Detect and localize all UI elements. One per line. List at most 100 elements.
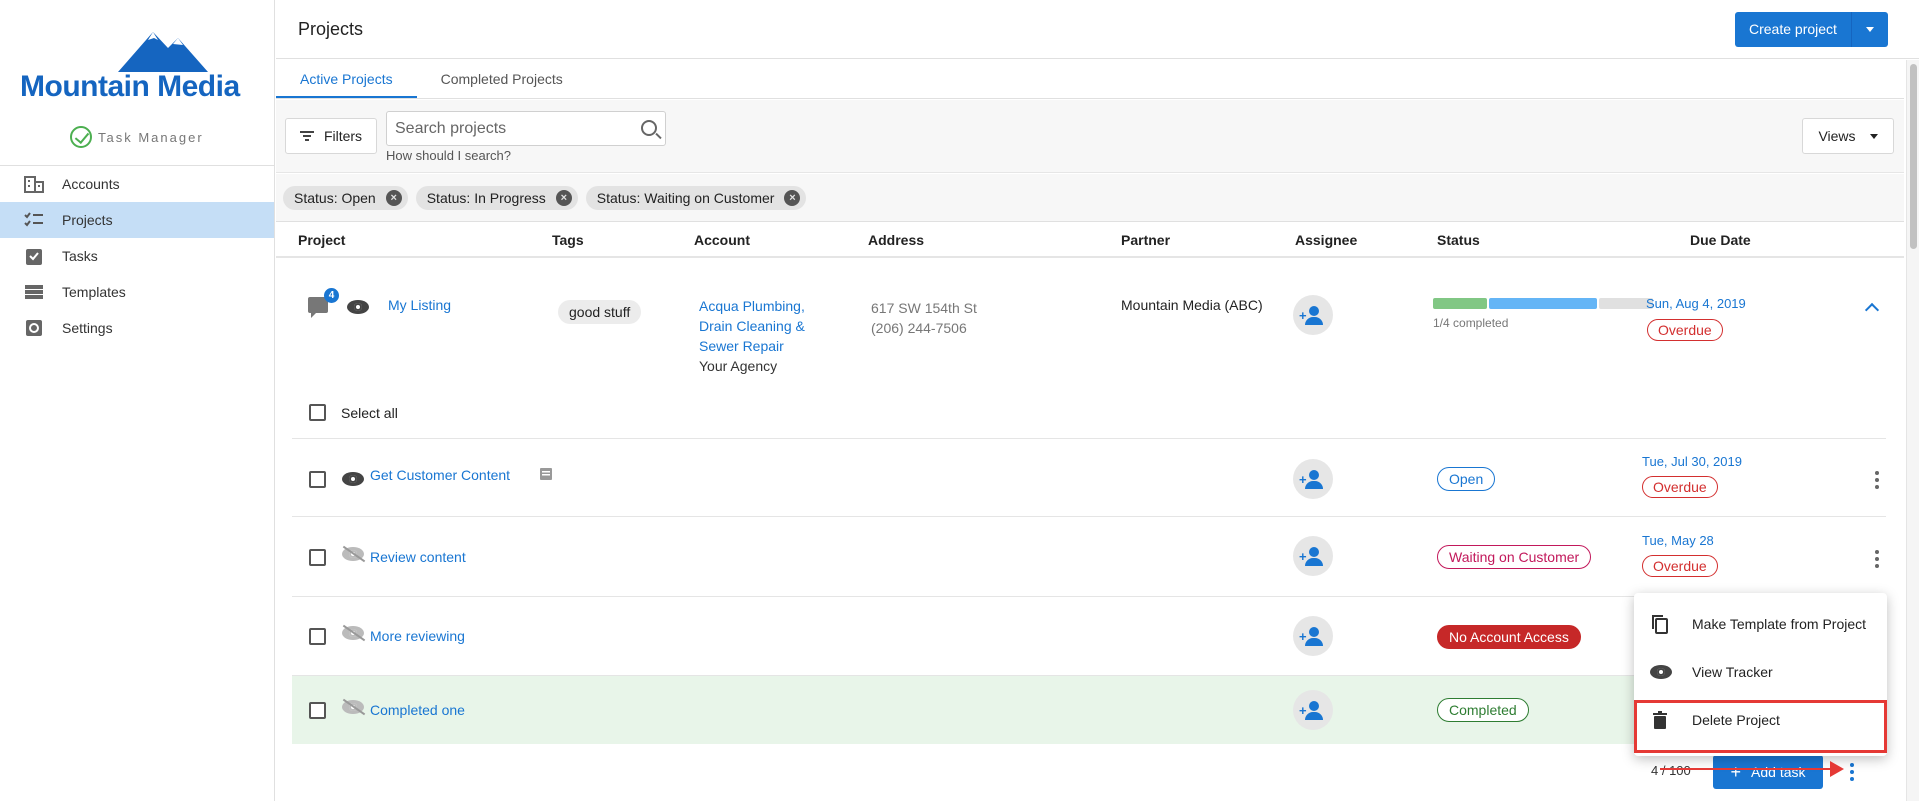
add-assignee-icon[interactable]: + [1293, 459, 1333, 499]
views-label: Views [1818, 128, 1856, 144]
address-line: 617 SW 154th St [871, 300, 977, 316]
tab-completed-projects[interactable]: Completed Projects [417, 60, 587, 98]
status-badge[interactable]: No Account Access [1437, 625, 1581, 649]
status-badge[interactable]: Open [1437, 467, 1496, 491]
close-icon[interactable]: × [555, 189, 572, 206]
create-project-label[interactable]: Create project [1735, 12, 1852, 47]
task-name-link[interactable]: Completed one [370, 702, 465, 718]
col-project[interactable]: Project [298, 232, 345, 248]
task-name-link[interactable]: More reviewing [370, 628, 465, 644]
project-name-link[interactable]: My Listing [388, 297, 451, 313]
col-assignee[interactable]: Assignee [1295, 232, 1357, 248]
due-date: Tue, May 28 [1642, 533, 1714, 548]
sidebar-item-settings[interactable]: Settings [0, 310, 274, 346]
more-vert-icon[interactable] [1875, 550, 1879, 571]
scrollbar-thumb[interactable] [1910, 64, 1917, 249]
sidebar-item-label: Templates [62, 284, 126, 300]
col-status[interactable]: Status [1437, 232, 1480, 248]
select-all-checkbox[interactable] [309, 404, 326, 421]
clipboard-check-icon [26, 249, 42, 265]
eye-off-icon[interactable] [342, 626, 364, 640]
search-help-link[interactable]: How should I search? [386, 148, 511, 163]
filter-bar: Filters How should I search? Views [276, 100, 1904, 173]
caret-down-icon [1869, 133, 1878, 139]
account-link[interactable]: Acqua Plumbing, Drain Cleaning & Sewer R… [699, 296, 829, 356]
sidebar-nav: Accounts Projects Tasks Templates Settin… [0, 165, 274, 346]
add-assignee-icon[interactable]: + [1293, 295, 1333, 335]
eye-icon[interactable] [347, 300, 369, 314]
sidebar-item-projects[interactable]: Projects [0, 202, 274, 238]
project-context-menu: Make Template from Project View Tracker … [1634, 593, 1887, 756]
copy-icon [1652, 615, 1668, 634]
col-tags[interactable]: Tags [552, 232, 584, 248]
table-row: Review content + Waiting on Customer Tue… [292, 516, 1886, 596]
add-assignee-icon[interactable]: + [1293, 690, 1333, 730]
sidebar-item-label: Tasks [62, 248, 98, 264]
filter-chip: Status: Waiting on Customer × [585, 185, 807, 210]
due-date: Tue, Jul 30, 2019 [1642, 454, 1742, 469]
row-checkbox[interactable] [309, 628, 326, 645]
sidebar-item-label: Projects [62, 212, 113, 228]
sidebar-item-templates[interactable]: Templates [0, 274, 274, 310]
sidebar-item-accounts[interactable]: Accounts [0, 166, 274, 202]
select-all-label: Select all [341, 404, 398, 421]
close-icon[interactable]: × [784, 189, 801, 206]
add-task-label: Add task [1751, 764, 1806, 780]
annotation-arrow-line [1660, 768, 1832, 770]
filters-button[interactable]: Filters [285, 118, 377, 154]
sidebar-item-tasks[interactable]: Tasks [0, 238, 274, 274]
add-task-button[interactable]: + Add task [1713, 755, 1823, 789]
search-icon[interactable] [641, 120, 657, 136]
menu-item-delete-project[interactable]: Delete Project [1634, 696, 1887, 744]
col-address[interactable]: Address [868, 232, 924, 248]
task-manager-text: Task Manager [98, 129, 204, 145]
eye-icon[interactable] [342, 472, 364, 486]
logo-text: Mountain Media [20, 70, 240, 103]
status-badge[interactable]: Completed [1437, 698, 1529, 722]
menu-item-label: Delete Project [1692, 712, 1780, 728]
views-button[interactable]: Views [1802, 118, 1894, 154]
sidebar: Mountain Media Task Manager Accounts Pro… [0, 0, 275, 801]
col-account[interactable]: Account [694, 232, 750, 248]
project-tabs: Active Projects Completed Projects [276, 60, 1904, 99]
more-vert-icon[interactable] [1875, 471, 1879, 492]
create-project-dropdown[interactable] [1852, 12, 1888, 47]
col-due-date[interactable]: Due Date [1690, 232, 1751, 248]
row-checkbox[interactable] [309, 702, 326, 719]
filters-label: Filters [323, 128, 363, 144]
add-assignee-icon[interactable]: + [1293, 616, 1333, 656]
page-title: Projects [298, 18, 364, 39]
caret-down-icon [1865, 27, 1874, 32]
checklist-icon [24, 212, 43, 227]
more-vert-icon[interactable] [1850, 763, 1854, 784]
overdue-badge: Overdue [1647, 319, 1723, 341]
task-name-link[interactable]: Review content [370, 549, 466, 565]
sidebar-item-label: Accounts [62, 176, 120, 192]
eye-off-icon[interactable] [342, 700, 364, 714]
filter-chips: Status: Open × Status: In Progress × Sta… [276, 174, 1904, 222]
tab-active-projects[interactable]: Active Projects [276, 60, 417, 98]
table-row: Get Customer Content + Open Tue, Jul 30,… [292, 438, 1886, 516]
task-count: 4 / 100 [1651, 763, 1691, 778]
task-manager-label: Task Manager [70, 126, 204, 148]
account-sub: Your Agency [699, 358, 778, 374]
note-icon[interactable] [540, 468, 552, 480]
row-checkbox[interactable] [309, 471, 326, 488]
add-assignee-icon[interactable]: + [1293, 536, 1333, 576]
overdue-badge: Overdue [1642, 476, 1718, 498]
menu-item-make-template[interactable]: Make Template from Project [1634, 600, 1887, 648]
select-all[interactable]: Select all [309, 404, 398, 421]
eye-icon [1650, 662, 1672, 682]
close-icon[interactable]: × [385, 189, 402, 206]
status-badge[interactable]: Waiting on Customer [1437, 545, 1592, 569]
search-input[interactable] [387, 112, 627, 145]
scrollbar[interactable] [1906, 60, 1919, 801]
eye-off-icon[interactable] [342, 547, 364, 561]
menu-item-view-tracker[interactable]: View Tracker [1634, 648, 1887, 696]
col-partner[interactable]: Partner [1121, 232, 1170, 248]
chevron-up-icon[interactable] [1864, 302, 1880, 318]
task-name-link[interactable]: Get Customer Content [370, 467, 510, 483]
row-checkbox[interactable] [309, 549, 326, 566]
building-icon [24, 176, 44, 193]
create-project-button[interactable]: Create project [1735, 12, 1888, 47]
